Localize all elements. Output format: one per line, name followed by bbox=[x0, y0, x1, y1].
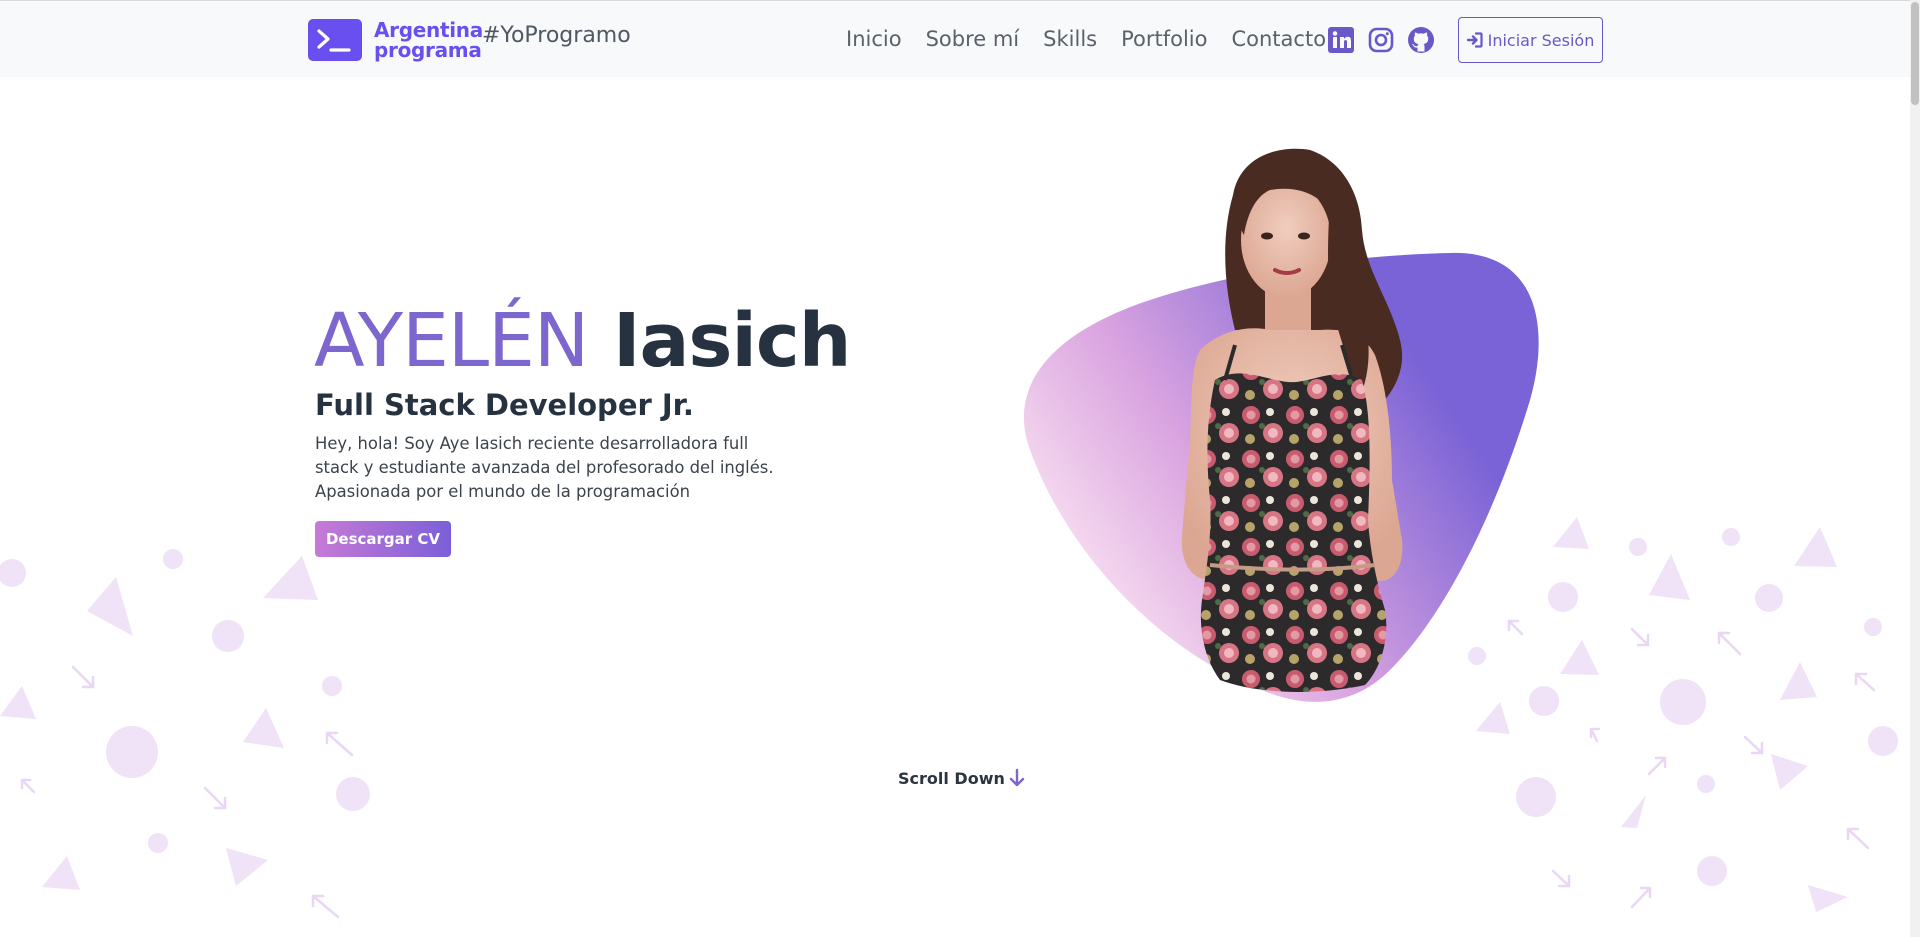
brand-name-line2: programa bbox=[374, 38, 482, 62]
hero-role: Full Stack Developer Jr. bbox=[315, 388, 694, 422]
terminal-icon bbox=[308, 19, 362, 61]
arrow-down-icon bbox=[1009, 768, 1025, 787]
download-cv-button[interactable]: Descargar CV bbox=[315, 521, 451, 557]
nav-link-portfolio[interactable]: Portfolio bbox=[1121, 27, 1207, 51]
nav-link-skills[interactable]: Skills bbox=[1043, 27, 1097, 51]
nav-link-sobre-mi[interactable]: Sobre mí bbox=[926, 27, 1020, 51]
hero-last-name: Iasich bbox=[612, 298, 851, 384]
nav-link-inicio[interactable]: Inicio bbox=[846, 27, 902, 51]
scroll-down-link[interactable]: Scroll Down bbox=[898, 768, 1026, 788]
github-icon[interactable] bbox=[1407, 26, 1435, 54]
brand-name-line1: Argentina bbox=[374, 18, 483, 42]
instagram-icon[interactable] bbox=[1367, 26, 1395, 54]
profile-photo bbox=[1023, 148, 1539, 702]
brand-logo[interactable]: Argentina programa bbox=[308, 19, 483, 61]
page-scrollbar[interactable] bbox=[1910, 0, 1920, 937]
nav-links: Inicio Sobre mí Skills Portfolio Contact… bbox=[846, 27, 1350, 51]
scrollbar-thumb[interactable] bbox=[1911, 2, 1919, 105]
brand-name: Argentina programa bbox=[374, 20, 483, 60]
login-button-label: Iniciar Sesión bbox=[1487, 30, 1595, 50]
top-navbar: Argentina programa #YoProgramo Inicio So… bbox=[0, 0, 1910, 77]
hero-description: Hey, hola! Soy Aye Iasich reciente desar… bbox=[315, 434, 774, 501]
sign-in-icon bbox=[1466, 32, 1483, 48]
page: Argentina programa #YoProgramo Inicio So… bbox=[0, 0, 1920, 937]
brand-hashtag: #YoProgramo bbox=[482, 23, 631, 48]
linkedin-icon[interactable] bbox=[1327, 26, 1355, 54]
hero-name: AYELÉN Iasich bbox=[314, 296, 851, 386]
nav-link-contacto[interactable]: Contacto bbox=[1231, 27, 1326, 51]
login-button[interactable]: Iniciar Sesión bbox=[1458, 17, 1603, 63]
background-shapes bbox=[0, 517, 1898, 919]
scroll-down-label: Scroll Down bbox=[898, 768, 1005, 788]
hero-first-name: AYELÉN bbox=[314, 298, 589, 384]
